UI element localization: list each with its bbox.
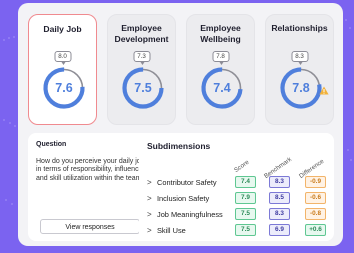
benchmark-pill: 8.3 bbox=[269, 176, 290, 188]
question-label: Question bbox=[36, 141, 67, 148]
score-pill: 7.5 bbox=[235, 224, 256, 236]
subdimension-row[interactable]: > Job Meaningfulness 7.5 8.3 -0.8 bbox=[147, 208, 332, 221]
chevron-right-icon: > bbox=[147, 210, 152, 219]
benchmark-bubble: 7.3 bbox=[133, 51, 150, 65]
benchmark-pill: 8.5 bbox=[269, 192, 290, 204]
difference-pill: -0.8 bbox=[305, 208, 326, 220]
score-value: 7.6 bbox=[55, 81, 73, 95]
benchmark-bubble: 7.8 bbox=[212, 51, 229, 65]
subdimension-label: Contributor Safety bbox=[157, 178, 217, 187]
score-value: 7.5 bbox=[134, 81, 152, 95]
card-daily-job[interactable]: Daily Job 8.0 7.6 bbox=[28, 14, 97, 125]
benchmark-bubble: 8.3 bbox=[291, 51, 308, 65]
score-pill: 7.4 bbox=[235, 176, 256, 188]
chevron-right-icon: > bbox=[147, 226, 152, 235]
subdimension-label: Skill Use bbox=[157, 226, 186, 235]
card-employee-development[interactable]: Employee Development 7.3 7.5 bbox=[107, 14, 176, 125]
subdimension-row[interactable]: > Skill Use 7.5 6.9 +0.6 bbox=[147, 224, 332, 237]
score-value: 7.4 bbox=[213, 81, 231, 95]
chevron-right-icon: > bbox=[147, 194, 152, 203]
dashboard-panel: Daily Job 8.0 7.6 Employee Development 7… bbox=[18, 3, 343, 246]
difference-pill: -0.9 bbox=[305, 176, 326, 188]
score-pill: 7.5 bbox=[235, 208, 256, 220]
card-title: Relationships bbox=[271, 23, 328, 33]
subdimension-label: Inclusion Safety bbox=[157, 194, 210, 203]
score-pill: 7.9 bbox=[235, 192, 256, 204]
benchmark-bubble: 8.0 bbox=[54, 51, 71, 65]
view-responses-button[interactable]: View responses bbox=[40, 219, 140, 234]
card-employee-wellbeing[interactable]: Employee Wellbeing 7.8 7.4 bbox=[186, 14, 255, 125]
card-title: Employee Development bbox=[114, 23, 169, 44]
benchmark-pill: 6.9 bbox=[269, 224, 290, 236]
subdimension-row[interactable]: > Inclusion Safety 7.9 8.5 -0.6 bbox=[147, 192, 332, 205]
subdimensions-box: Subdimensions Score Benchmark Difference… bbox=[139, 133, 334, 241]
chevron-right-icon: > bbox=[147, 178, 152, 187]
benchmark-pill: 8.3 bbox=[269, 208, 290, 220]
subdimension-row[interactable]: > Contributor Safety 7.4 8.3 -0.9 bbox=[147, 176, 332, 189]
card-title: Daily Job bbox=[43, 24, 82, 34]
column-header-score: Score bbox=[232, 158, 251, 174]
question-box: Question How do you perceive your daily … bbox=[28, 133, 153, 241]
difference-pill: +0.6 bbox=[305, 224, 326, 236]
question-text: How do you perceive your daily job in te… bbox=[36, 158, 146, 182]
difference-pill: -0.6 bbox=[305, 192, 326, 204]
card-title: Employee Wellbeing bbox=[200, 23, 241, 44]
subdimension-label: Job Meaningfulness bbox=[157, 210, 223, 219]
score-value: 7.8 bbox=[292, 81, 310, 95]
subdimensions-title: Subdimensions bbox=[147, 141, 211, 151]
warning-icon bbox=[319, 86, 329, 95]
card-relationships[interactable]: Relationships 8.3 7.8 bbox=[265, 14, 334, 125]
